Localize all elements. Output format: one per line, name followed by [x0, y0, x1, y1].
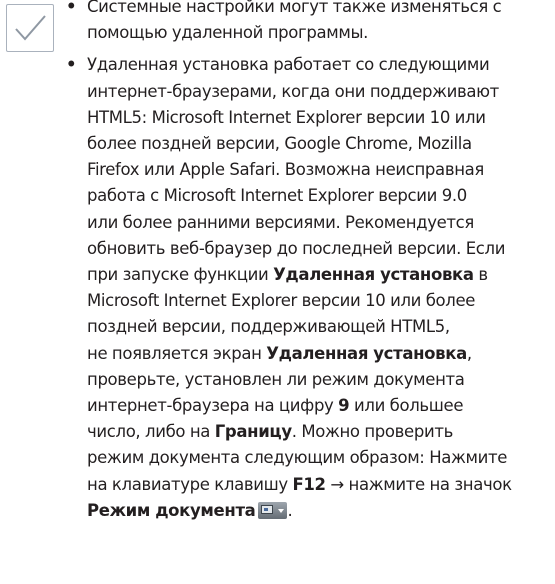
text-line: работа с Microsoft Internet Explorer вер… — [87, 186, 467, 206]
bullet-dot: • — [66, 0, 77, 16]
text-line: HTML5: Microsoft Internet Explorer верси… — [87, 107, 486, 127]
text-line: Удаленная установка работает со следующи… — [87, 55, 490, 75]
text-run: не появляется экран — [87, 343, 267, 363]
text-line: число, либо на Границу. Можно проверить — [87, 419, 555, 445]
text-run: . Можно проверить — [291, 422, 454, 442]
text-line: Microsoft Internet Explorer версии 10 ил… — [87, 291, 476, 311]
text-run: → нажмите на значок — [325, 474, 512, 494]
term-remote-setup: Удаленная установка — [273, 265, 474, 285]
note-bullet-list: • Системные настройки могут также изменя… — [66, 0, 555, 524]
text-line: интернет-браузера на цифру 9 или большее — [87, 393, 555, 419]
text-line: проверьте, установлен ли режим документа — [87, 369, 465, 389]
checkmark-icon — [15, 15, 46, 41]
text-line: поздней версии, поддерживающей HTML5, — [87, 317, 450, 337]
document-mode-icon — [258, 501, 288, 519]
text-line: на клавиатуре клавишу F12 → нажмите на з… — [87, 472, 555, 498]
text-line: режим документа следующим образом: Нажми… — [87, 448, 508, 468]
term-f12-key: F12 — [292, 474, 326, 494]
text-line: Режим документа. — [87, 498, 555, 524]
text-line: Firefox или Apple Safari. Возможна неисп… — [87, 160, 484, 180]
screen-glyph — [261, 504, 274, 514]
dropdown-arrow-glyph — [278, 508, 285, 513]
text-line: не появляется экран Удаленная установка, — [87, 341, 555, 367]
text-run: интернет-браузера на цифру — [87, 396, 339, 416]
text-run: , — [466, 343, 472, 363]
text-run: в — [473, 265, 488, 285]
text-line: при запуске функции Удаленная установка … — [87, 262, 555, 288]
checkmark-note-icon — [6, 4, 54, 52]
term-document-mode: Режим документа — [87, 500, 256, 520]
term-remote-setup-screen: Удаленная установка — [266, 343, 467, 363]
text-line: более поздней версии, Google Chrome, Moz… — [87, 134, 472, 154]
text-run: или большее — [349, 396, 464, 416]
text-line: обновить веб-браузер до последней версии… — [87, 238, 506, 258]
bullet-item-remote-program: • Системные настройки могут также изменя… — [66, 0, 555, 46]
text-run: при запуске функции — [87, 265, 274, 285]
text-run: число, либо на — [87, 422, 215, 442]
bullet-dot: • — [66, 55, 77, 75]
text-run: на клавиатуре клавишу — [87, 474, 293, 494]
bullet-item-remote-setup-browsers: • Удаленная установка работает со следую… — [66, 52, 555, 524]
text-line: помощью удаленной программы. — [87, 23, 369, 43]
text-line: или более ранними версиями. Рекомендуетс… — [87, 212, 474, 232]
term-version-9: 9 — [338, 396, 350, 416]
text-line: Системные настройки могут также изменять… — [87, 0, 502, 16]
text-run: . — [287, 500, 293, 520]
text-line: интернет-браузерами, когда они поддержив… — [87, 81, 499, 101]
term-border: Границу — [214, 422, 292, 442]
